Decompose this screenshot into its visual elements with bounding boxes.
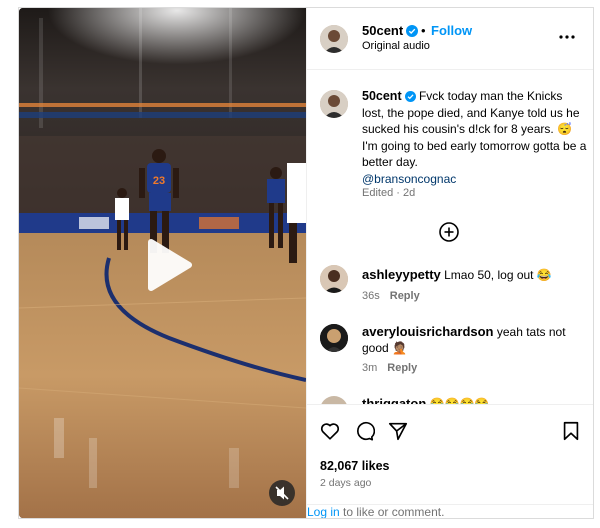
post-header: 50cent • Follow Original audio	[307, 8, 593, 70]
comment-item: averylouisrichardson yeah tats not good …	[362, 324, 577, 356]
caption-avatar[interactable]	[320, 90, 348, 118]
video-player[interactable]: 23	[19, 8, 306, 518]
post-actions: 82,067 likes 2 days ago Log in to like o…	[307, 404, 593, 519]
reply-button[interactable]: Reply	[387, 362, 417, 374]
bookmark-icon[interactable]	[560, 420, 582, 442]
mention-link[interactable]: @bransoncognac	[362, 171, 587, 188]
comment-meta: 3m Reply	[362, 362, 417, 374]
post-caption: 50cent Fvck today man the Knicks lost, t…	[362, 88, 587, 187]
plus-circle-icon[interactable]	[437, 220, 461, 244]
heart-icon[interactable]	[319, 420, 341, 442]
comment-text: Lmao 50, log out 😂	[444, 268, 552, 282]
caption-meta: Edited · 2d	[362, 187, 416, 199]
login-prompt: Log in to like or comment.	[307, 505, 445, 519]
caption-username[interactable]: 50cent	[362, 89, 402, 103]
login-link[interactable]: Log in	[307, 505, 340, 518]
comment-username[interactable]: averylouisrichardson	[362, 324, 494, 339]
post-card: 23 50cent • Follow Original audio 50cent…	[18, 7, 594, 519]
verified-badge-icon	[404, 91, 416, 102]
comment-avatar[interactable]	[320, 265, 348, 293]
post-author[interactable]: 50cent	[362, 23, 419, 38]
login-prompt-text: to like or comment.	[339, 505, 445, 519]
play-icon[interactable]	[137, 236, 195, 294]
comment-username[interactable]: ashleyypetty	[362, 267, 441, 282]
audio-label[interactable]: Original audio	[362, 40, 430, 52]
comment-time: 3m	[362, 362, 378, 374]
comment-avatar[interactable]	[320, 324, 348, 352]
avatar[interactable]	[320, 25, 348, 53]
comment-item-partial: thriggaton 😂😂😂😂	[307, 396, 593, 404]
jersey-number: 23	[153, 175, 165, 187]
more-options-icon[interactable]	[558, 28, 576, 46]
separator-dot: •	[421, 23, 426, 38]
post-timestamp[interactable]: 2 days ago	[320, 477, 371, 489]
post-details-panel: 50cent • Follow Original audio 50cent Fv…	[306, 8, 593, 519]
comment-username[interactable]: thriggaton	[362, 396, 426, 404]
author-username[interactable]: 50cent	[362, 23, 403, 38]
comment-item: ashleyypetty Lmao 50, log out 😂	[362, 267, 577, 283]
verified-badge-icon	[406, 25, 419, 37]
comment-time: 36s	[362, 290, 380, 302]
share-icon[interactable]	[387, 420, 409, 442]
comment-avatar[interactable]	[320, 396, 348, 404]
comment-meta: 36s Reply	[362, 290, 420, 302]
comment-text: 😂😂😂😂	[429, 397, 490, 404]
reply-button[interactable]: Reply	[390, 290, 420, 302]
like-count[interactable]: 82,067 likes	[320, 459, 390, 473]
follow-button[interactable]: Follow	[431, 23, 472, 38]
muted-speaker-icon[interactable]	[269, 480, 295, 506]
comment-icon[interactable]	[353, 420, 376, 442]
